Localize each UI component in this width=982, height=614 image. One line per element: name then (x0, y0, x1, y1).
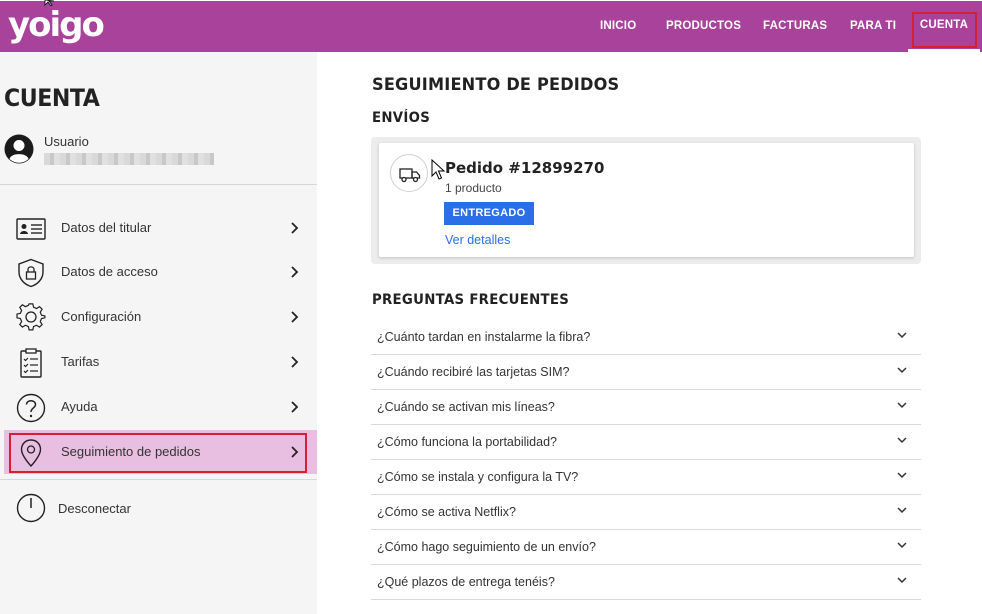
page-title: SEGUIMIENTO DE PEDIDOS (372, 75, 620, 95)
chevron-down-icon (897, 542, 907, 549)
order-product-count: 1 producto (445, 181, 502, 195)
faq-question: ¿Cuánto tardan en instalarme la fibra? (377, 330, 591, 344)
faq-item[interactable]: ¿Cómo funciona la portabilidad? (371, 425, 921, 460)
top-header: yoigo INICIO PRODUCTOS FACTURAS PARA TI … (0, 0, 982, 52)
header-top-strip (0, 0, 982, 1)
mouse-cursor-icon (431, 159, 446, 180)
chevron-down-icon (897, 507, 907, 514)
faq-question: ¿Cómo hago seguimiento de un envío? (377, 540, 596, 554)
faq-item[interactable]: ¿Cómo se activa Netflix? (371, 495, 921, 530)
user-email-blurred (44, 153, 214, 165)
gear-icon (16, 303, 46, 331)
chevron-right-icon (291, 222, 299, 234)
sidebar-item-ayuda[interactable]: Ayuda (0, 385, 317, 429)
ver-detalles-link[interactable]: Ver detalles (445, 233, 510, 247)
order-id: Pedido #12899270 (445, 159, 605, 177)
chevron-down-icon (897, 472, 907, 479)
sidebar-item-label: Tarifas (61, 354, 100, 369)
user-label: Usuario (44, 134, 89, 149)
nav-facturas[interactable]: FACTURAS (763, 0, 827, 52)
nav-productos[interactable]: PRODUCTOS (666, 0, 741, 52)
yoigo-logo[interactable]: yoigo (8, 6, 105, 44)
logout-label: Desconectar (58, 501, 131, 516)
faq-title: PREGUNTAS FRECUENTES (372, 292, 570, 308)
logout-button[interactable]: Desconectar (0, 489, 317, 529)
sidebar-item-label: Datos de acceso (61, 264, 158, 279)
chevron-down-icon (897, 577, 907, 584)
faq-item[interactable]: ¿Qué plazos de entrega tenéis? (371, 565, 921, 600)
mouse-cursor-icon (44, 0, 55, 6)
faq-question: ¿Qué plazos de entrega tenéis? (377, 575, 555, 589)
sidebar-item-label: Configuración (61, 309, 142, 324)
faq-item[interactable]: ¿Cuánto tardan en instalarme la fibra? (371, 320, 921, 355)
chevron-right-icon (291, 401, 299, 413)
faq-item[interactable]: ¿Cómo se instala y configura la TV? (371, 460, 921, 495)
account-sidebar: CUENTA Usuario Datos del titular Datos d… (0, 52, 317, 614)
sidebar-title: CUENTA (4, 84, 100, 112)
faq-question: ¿Cuándo se activan mis líneas? (377, 400, 555, 414)
sidebar-item-datos-titular[interactable]: Datos del titular (0, 206, 317, 250)
envios-title: ENVÍOS (372, 110, 431, 126)
chevron-down-icon (897, 367, 907, 374)
sidebar-item-label: Ayuda (61, 399, 98, 414)
chevron-down-icon (897, 332, 907, 339)
faq-item[interactable]: ¿Cómo hago seguimiento de un envío? (371, 530, 921, 565)
faq-question: ¿Cuándo recibiré las tarjetas SIM? (377, 365, 570, 379)
sidebar-divider (0, 184, 317, 185)
truck-badge (390, 154, 428, 192)
chevron-down-icon (897, 402, 907, 409)
faq-list: ¿Cuánto tardan en instalarme la fibra? ¿… (371, 320, 921, 600)
status-badge: ENTREGADO (444, 202, 534, 225)
faq-question: ¿Cómo se instala y configura la TV? (377, 470, 579, 484)
question-icon (16, 393, 46, 423)
faq-item[interactable]: ¿Cuándo se activan mis líneas? (371, 390, 921, 425)
sidebar-divider (0, 479, 317, 480)
id-card-icon (16, 218, 46, 240)
chevron-down-icon (897, 437, 907, 444)
faq-item[interactable]: ¿Cuándo recibiré las tarjetas SIM? (371, 355, 921, 390)
chevron-right-icon (291, 311, 299, 323)
user-avatar-icon (4, 134, 34, 164)
sidebar-item-configuracion[interactable]: Configuración (0, 295, 317, 339)
truck-icon (399, 168, 421, 183)
power-icon (16, 493, 46, 523)
sidebar-item-tarifas[interactable]: Tarifas (0, 340, 317, 384)
chevron-right-icon (291, 356, 299, 368)
shield-lock-icon (18, 258, 44, 288)
sidebar-item-label: Datos del titular (61, 220, 152, 235)
faq-question: ¿Cómo funciona la portabilidad? (377, 435, 557, 449)
sidebar-item-datos-acceso[interactable]: Datos de acceso (0, 250, 317, 294)
seguimiento-highlight-box (9, 433, 307, 473)
clipboard-check-icon (20, 348, 42, 378)
cuenta-highlight-box (912, 12, 977, 48)
chevron-right-icon (291, 266, 299, 278)
faq-question: ¿Cómo se activa Netflix? (377, 505, 516, 519)
nav-inicio[interactable]: INICIO (600, 0, 636, 52)
nav-para-ti[interactable]: PARA TI (850, 0, 896, 52)
